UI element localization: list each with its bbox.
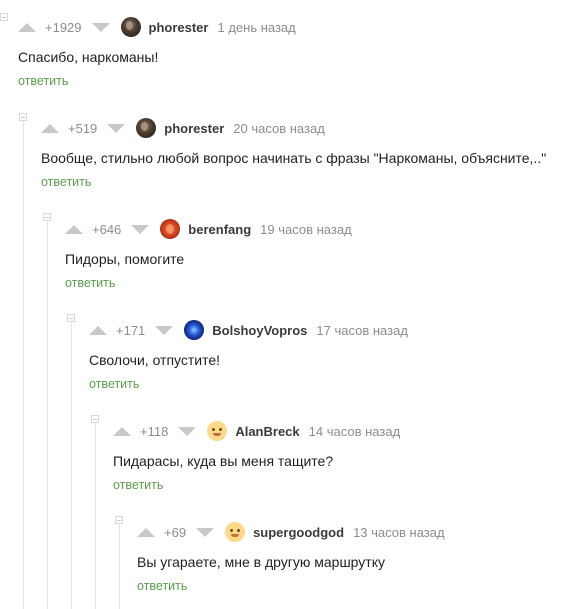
- collapse-toggle[interactable]: [91, 415, 99, 423]
- downvote-arrow-icon[interactable]: [107, 123, 126, 133]
- comment-author[interactable]: BolshoyVopros: [212, 323, 307, 338]
- upvote-arrow-icon[interactable]: [18, 22, 36, 32]
- comment-time[interactable]: 17 часов назад: [316, 323, 408, 338]
- comment-author[interactable]: supergoodgod: [253, 525, 344, 540]
- comment-time[interactable]: 20 часов назад: [233, 121, 325, 136]
- downvote-arrow-icon[interactable]: [155, 325, 174, 335]
- thread-line: [95, 420, 96, 609]
- avatar[interactable]: [184, 320, 205, 340]
- comment-text: Спасибо, наркоманы!: [18, 49, 159, 65]
- reply-link[interactable]: ответить: [89, 377, 139, 391]
- comment: +69 supergoodgod 13 часов назад Вы угара…: [137, 521, 445, 595]
- reply-link[interactable]: ответить: [113, 478, 163, 492]
- comment: +1929 phorester 1 день назад Спасибо, на…: [18, 16, 296, 90]
- comment-rating: +1929: [45, 19, 82, 35]
- collapse-toggle[interactable]: [19, 113, 27, 121]
- thread-line: [71, 319, 72, 609]
- comment-author[interactable]: phorester: [164, 121, 224, 136]
- avatar[interactable]: [207, 421, 228, 441]
- comment-text: Пидарасы, куда вы меня тащите?: [113, 453, 334, 469]
- reply-link[interactable]: ответить: [41, 175, 91, 189]
- comment-header: +171 BolshoyVopros 17 часов назад: [89, 319, 408, 341]
- downvote-arrow-icon[interactable]: [131, 224, 150, 234]
- comment-rating: +171: [116, 322, 146, 338]
- comment-time[interactable]: 14 часов назад: [309, 424, 401, 439]
- avatar[interactable]: [136, 118, 157, 138]
- upvote-arrow-icon[interactable]: [137, 527, 155, 537]
- thread-line: [23, 117, 24, 609]
- comment-text: Вы угараете, мне в другую маршрутку: [137, 554, 385, 570]
- collapse-toggle[interactable]: [67, 314, 75, 322]
- comment: +118 AlanBreck 14 часов назад Пидарасы, …: [113, 420, 400, 494]
- comment-header: +1929 phorester 1 день назад: [18, 16, 296, 38]
- downvote-arrow-icon[interactable]: [178, 426, 197, 436]
- thread-line: [47, 218, 48, 609]
- downvote-arrow-icon[interactable]: [91, 22, 110, 32]
- avatar[interactable]: [160, 219, 181, 239]
- comment-rating: +519: [68, 120, 98, 136]
- avatar[interactable]: [120, 17, 141, 37]
- comment-text: Вообще, стильно любой вопрос начинать с …: [41, 150, 547, 166]
- collapse-toggle[interactable]: [43, 213, 51, 221]
- comment: +519 phorester 20 часов назад Вообще, ст…: [41, 117, 546, 191]
- comment-rating: +646: [92, 221, 122, 237]
- collapse-toggle[interactable]: [115, 516, 123, 524]
- reply-link[interactable]: ответить: [18, 74, 68, 88]
- upvote-arrow-icon[interactable]: [113, 426, 131, 436]
- upvote-arrow-icon[interactable]: [65, 224, 83, 234]
- comment-header: +118 AlanBreck 14 часов назад: [113, 420, 400, 442]
- comment: +646 berenfang 19 часов назад Пидоры, по…: [65, 218, 352, 292]
- comment: +171 BolshoyVopros 17 часов назад Сволоч…: [89, 319, 408, 393]
- comment-text: Пидоры, помогите: [65, 251, 185, 267]
- comment-rating: +118: [140, 423, 169, 439]
- comment-time[interactable]: 1 день назад: [217, 20, 295, 35]
- thread-line: [119, 521, 120, 609]
- comment-author[interactable]: phorester: [149, 20, 209, 35]
- comment-header: +646 berenfang 19 часов назад: [65, 218, 352, 240]
- upvote-arrow-icon[interactable]: [41, 123, 59, 133]
- comment-header: +69 supergoodgod 13 часов назад: [137, 521, 445, 543]
- comment-author[interactable]: berenfang: [188, 222, 251, 237]
- collapse-toggle[interactable]: [0, 13, 8, 21]
- reply-link[interactable]: ответить: [137, 579, 187, 593]
- comment-author[interactable]: AlanBreck: [235, 424, 299, 439]
- reply-link[interactable]: ответить: [65, 276, 115, 290]
- comment-text: Сволочи, отпустите!: [89, 352, 221, 368]
- comment-rating: +69: [164, 524, 187, 540]
- avatar[interactable]: [225, 522, 246, 542]
- comment-time[interactable]: 13 часов назад: [353, 525, 445, 540]
- comment-header: +519 phorester 20 часов назад: [41, 117, 546, 139]
- downvote-arrow-icon[interactable]: [196, 527, 215, 537]
- upvote-arrow-icon[interactable]: [89, 325, 107, 335]
- comment-time[interactable]: 19 часов назад: [260, 222, 352, 237]
